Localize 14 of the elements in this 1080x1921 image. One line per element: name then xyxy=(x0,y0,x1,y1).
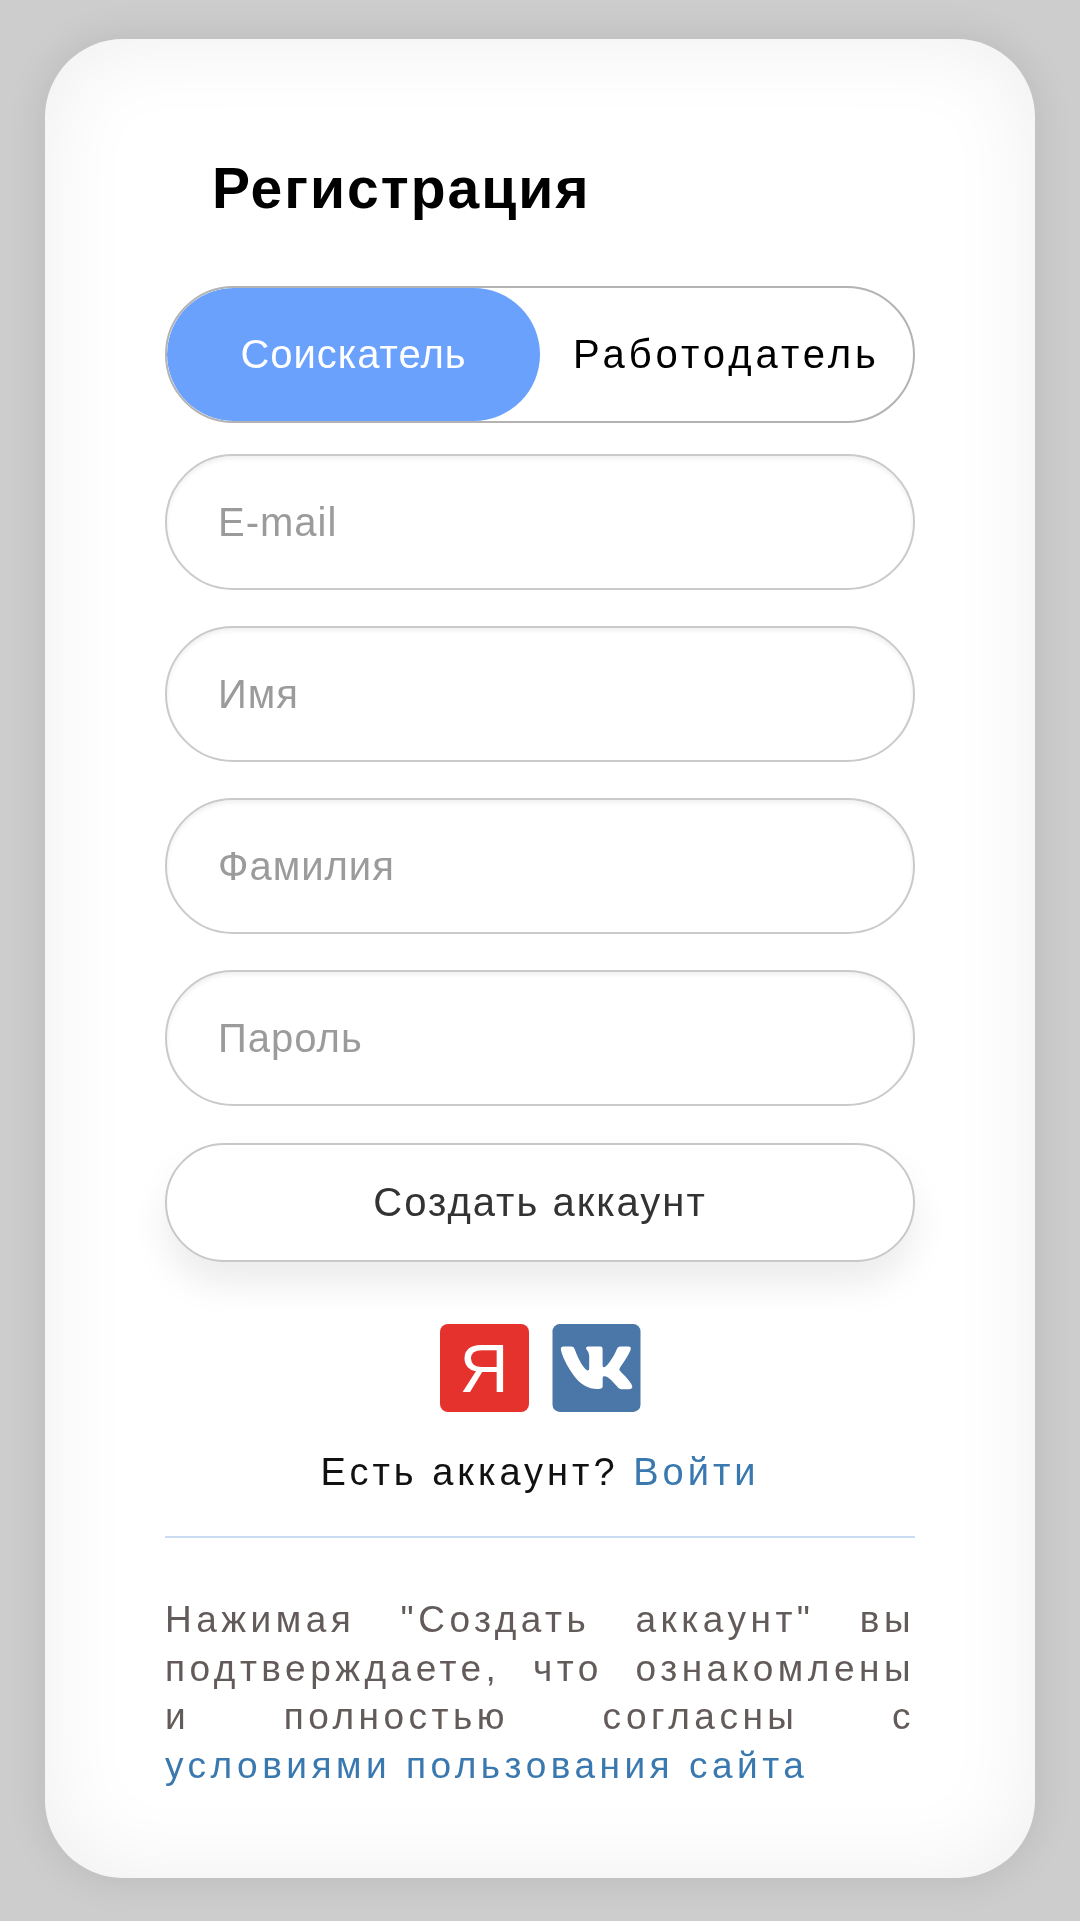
terms-text: Нажимая "Создать аккаунт" вы подтверждаете, что ознакомлены и полностью согласны с условиями пользования сайта xyxy=(165,1598,915,1788)
login-link[interactable]: Войти xyxy=(633,1451,760,1493)
page-title: Регистрация xyxy=(212,155,591,222)
login-prompt: Есть аккаунт? Войти xyxy=(319,1450,761,1495)
vk-logo-icon[interactable] xyxy=(551,1324,641,1412)
create-account-button[interactable]: Создать аккаунт xyxy=(165,1143,915,1262)
input-field[interactable]: E-mail xyxy=(165,454,915,590)
role-tab[interactable]: Работодатель xyxy=(540,288,913,421)
input-field[interactable]: Пароль xyxy=(165,970,915,1106)
input-field[interactable]: Имя xyxy=(165,626,915,762)
role-tab[interactable]: Соискатель xyxy=(167,288,540,421)
input-field[interactable]: Фамилия xyxy=(165,798,915,934)
terms-link[interactable]: условиями пользования сайта xyxy=(165,1744,809,1786)
social-login-button[interactable]: Я xyxy=(439,1324,529,1412)
